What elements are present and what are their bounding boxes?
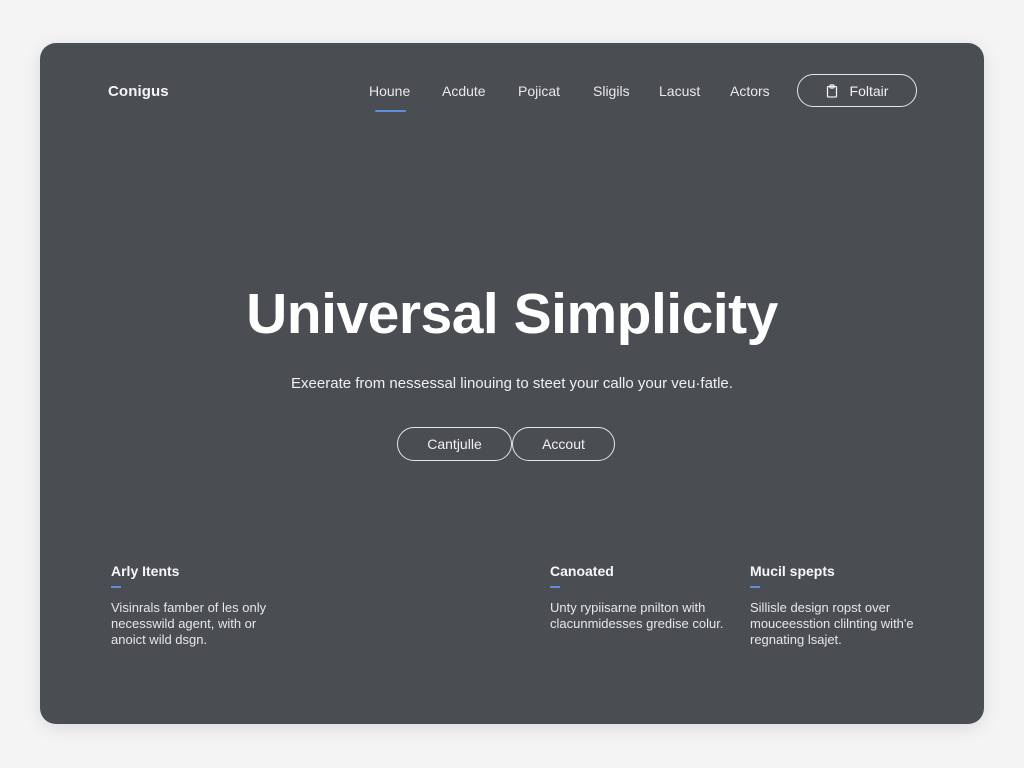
feature-card: Canoated Unty rypiisarne pnilton with cl… <box>550 563 750 632</box>
foltair-button-label: Foltair <box>849 82 889 99</box>
feature-title: Arly Itents <box>111 563 180 579</box>
accout-button-label: Accout <box>542 436 585 452</box>
feature-accent-line <box>750 586 760 588</box>
accout-button[interactable]: Accout <box>512 427 615 461</box>
feature-description: Unty rypiisarne pnilton with clacunmides… <box>550 600 724 631</box>
app-window: Conigus Houne Acdute Pojicat Sligils Lac… <box>40 43 984 724</box>
feature-card: Arly Itents Visinrals famber of les only… <box>111 563 311 648</box>
feature-description: Visinrals famber of les only necesswild … <box>111 600 267 647</box>
nav-item-home[interactable]: Houne <box>369 83 410 112</box>
nav-item-pojicat[interactable]: Pojicat <box>518 83 560 99</box>
feature-card: Mucil spepts Sillisle design ropst over … <box>750 563 950 648</box>
feature-accent-line <box>550 586 560 588</box>
nav-item-sligils[interactable]: Sligils <box>593 83 630 99</box>
feature-description: Sillisle design ropst over mouceesstion … <box>750 600 914 647</box>
feature-accent-line <box>111 586 121 588</box>
cantjulle-button[interactable]: Cantjulle <box>397 427 512 461</box>
hero-title: Universal Simplicity <box>246 282 778 346</box>
hero-subtitle: Exeerate from nessessal linouing to stee… <box>291 375 733 392</box>
feature-title: Mucil spepts <box>750 563 835 579</box>
nav-item-acdute[interactable]: Acdute <box>442 83 486 99</box>
brand-logo[interactable]: Conigus <box>108 83 169 100</box>
feature-title: Canoated <box>550 563 614 579</box>
nav-item-lacust[interactable]: Lacust <box>659 83 700 99</box>
clipboard-icon <box>826 83 838 98</box>
cantjulle-button-label: Cantjulle <box>427 436 482 452</box>
foltair-button[interactable]: Foltair <box>797 74 917 107</box>
nav-item-actors[interactable]: Actors <box>730 83 770 99</box>
